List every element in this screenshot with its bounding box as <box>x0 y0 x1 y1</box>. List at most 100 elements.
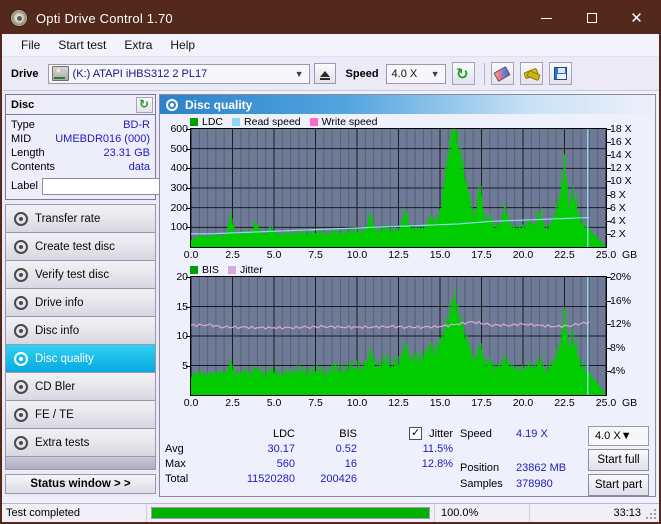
sidebar-item-create-test-disc[interactable]: Create test disc <box>6 233 155 261</box>
speed-select[interactable]: 4.0 X ▼ <box>385 63 446 84</box>
x-tick-label: 20.0 <box>512 249 534 261</box>
disc-icon <box>14 239 28 254</box>
disc-row-type-value: BD-R <box>123 119 150 131</box>
y2-tick-mark <box>607 347 611 349</box>
x-tick-label: 12.5 <box>388 397 409 409</box>
window-controls: ✕ <box>524 2 659 34</box>
y2-tick-label: 4 X <box>610 214 626 227</box>
x-tick-label: 5.0 <box>266 397 282 409</box>
refresh-button[interactable] <box>451 62 475 85</box>
y2-tick-label: 16% <box>610 294 632 307</box>
drive-select-value: (K:) ATAPI iHBS312 2 PL17 <box>72 67 208 80</box>
x-tick-label: 15.0 <box>429 249 451 261</box>
y2-tick-label: 10 X <box>610 175 632 188</box>
disc-refresh-button[interactable] <box>136 96 153 113</box>
test-speed-select[interactable]: 4.0 X ▼ <box>588 426 649 446</box>
maximize-button[interactable] <box>569 2 614 34</box>
x-tick-label: 17.5 <box>471 397 492 409</box>
start-part-button[interactable]: Start part <box>588 474 649 496</box>
bis-plot-svg <box>191 277 606 395</box>
drive-select[interactable]: (K:) ATAPI iHBS312 2 PL17 ▼ <box>47 63 310 84</box>
sidebar-item-label: CD Bler <box>35 380 76 393</box>
disc-label-row: Label <box>11 177 243 195</box>
legend-swatch-ldc <box>190 117 198 126</box>
sidebar-item-cd-bler[interactable]: CD Bler <box>6 373 155 401</box>
y2-tick-mark <box>607 207 611 209</box>
disc-panel-title: Disc <box>11 98 35 111</box>
y2-tick-label: 2 X <box>610 227 626 240</box>
drive-label: Drive <box>11 67 39 80</box>
disc-label-key: Label <box>11 180 38 192</box>
status-window-button[interactable]: Status window > > <box>5 474 156 494</box>
disc-row-mid: MID UMEBDR016 (000) <box>11 132 150 146</box>
main-pane: Disc quality LDC Read speed Write speed <box>159 91 659 497</box>
x-axis-unit: GB <box>622 249 638 261</box>
status-bar: Test completed 100.0% 33:13 <box>2 503 659 522</box>
y2-tick-mark <box>607 194 611 196</box>
legend-swatch-jitter <box>227 265 236 274</box>
menu-item-extra[interactable]: Extra <box>115 36 161 54</box>
sidebar: Disc Type BD-R MID UMEBDR016 (000) Lengt… <box>2 91 243 497</box>
menu-item-start-test[interactable]: Start test <box>49 36 115 54</box>
disc-row-length: Length 23.31 GB <box>11 146 150 160</box>
sidebar-item-drive-info[interactable]: Drive info <box>6 289 155 317</box>
close-button[interactable]: ✕ <box>614 2 659 34</box>
y2-tick-label: 8% <box>610 341 626 354</box>
disc-panel-header: Disc <box>6 95 155 115</box>
y2-tick-label: 14 X <box>610 149 632 162</box>
jitter-checkbox[interactable]: ✓ <box>409 427 423 440</box>
disc-row-contents-value: data <box>128 161 150 173</box>
sidebar-item-disc-quality[interactable]: Disc quality <box>6 345 155 373</box>
eraser-icon <box>493 65 511 82</box>
x-tick-label: 7.5 <box>308 249 323 261</box>
disc-icon <box>14 351 28 366</box>
erase-button[interactable] <box>490 62 514 85</box>
drive-icon <box>51 66 69 81</box>
x-tick-label: 7.5 <box>308 397 323 409</box>
chevron-down-icon: ▼ <box>294 68 304 79</box>
tools-button[interactable] <box>519 62 543 85</box>
cell-total-ldc: 11520280 <box>246 472 295 485</box>
ldc-plot-row: 100 200 300 400 500 600 2 X4 X6 X8 X 10 X 12 X1… <box>160 123 655 248</box>
y2-tick-mark <box>607 168 611 170</box>
y2-tick-label: 8 X <box>610 188 626 201</box>
ldc-plot-svg <box>191 129 606 247</box>
sidebar-item-transfer-rate[interactable]: Transfer rate <box>6 205 155 233</box>
y2-tick-label: 16 X <box>610 136 632 149</box>
legend-label-jitter: Jitter <box>239 263 263 276</box>
sidebar-item-label: Transfer rate <box>35 212 101 225</box>
result-speed-label: Speed <box>460 428 492 440</box>
save-button[interactable] <box>548 62 572 85</box>
result-samples-value: 378980 <box>516 478 553 490</box>
sidebar-item-label: Disc quality <box>35 352 94 365</box>
sidebar-item-verify-test-disc[interactable]: Verify test disc <box>6 261 155 289</box>
charts-area: LDC Read speed Write speed 100 200 300 400 5… <box>160 114 655 420</box>
save-icon <box>553 67 567 80</box>
disc-row-contents-key: Contents <box>11 161 56 173</box>
disc-icon <box>14 295 28 310</box>
refresh-icon <box>139 99 150 110</box>
start-full-button[interactable]: Start full <box>588 449 649 471</box>
eject-button[interactable] <box>313 63 336 84</box>
title-bar: Opti Drive Control 1.70 ✕ <box>2 2 659 34</box>
refresh-icon <box>456 67 470 81</box>
window-title: Opti Drive Control 1.70 <box>36 10 173 26</box>
disc-icon <box>14 267 28 282</box>
disc-row-length-value: 23.31 GB <box>103 147 150 159</box>
minimize-button[interactable] <box>524 2 569 34</box>
result-samples-label: Samples <box>460 478 503 490</box>
menu-item-help[interactable]: Help <box>161 36 204 54</box>
bis-x-axis: 0.0 2.5 5.0 7.5 10.0 12.5 15.0 17.5 20.0 22.5 25.0… <box>184 396 655 411</box>
resize-grip[interactable] <box>646 509 656 519</box>
menu-item-file[interactable]: File <box>12 36 49 54</box>
maximize-icon <box>586 13 597 23</box>
status-message: Test completed <box>2 504 147 522</box>
sidebar-item-label: Verify test disc <box>35 268 110 281</box>
bis-chart: BIS Jitter 5101520 4%8%12%16%20% 0.02.55… <box>160 263 655 411</box>
sidebar-item-disc-info[interactable]: Disc info <box>6 317 155 345</box>
sidebar-item-fe-te[interactable]: FE / TE <box>6 401 155 429</box>
sidebar-item-extra-tests[interactable]: Extra tests <box>6 429 155 457</box>
legend-label-bis: BIS <box>202 263 219 276</box>
x-tick-label: 22.5 <box>554 397 575 409</box>
y2-tick-mark <box>607 155 611 157</box>
